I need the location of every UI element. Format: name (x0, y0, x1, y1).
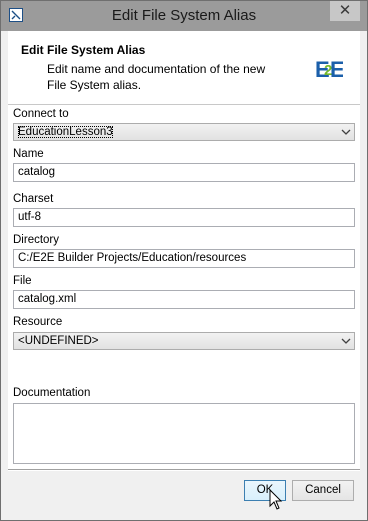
documentation-textarea[interactable] (13, 403, 355, 464)
name-label: Name (13, 148, 44, 160)
connect-to-label: Connect to (13, 108, 69, 120)
window-title: Edit File System Alias (111, 7, 257, 24)
dialog-client: Edit File System Alias Edit name and doc… (8, 31, 360, 515)
chevron-down-icon (341, 338, 351, 344)
close-button[interactable]: ✕ (330, 1, 360, 21)
footer-separator (8, 469, 360, 471)
title-bar[interactable]: Edit File System Alias ✕ (1, 1, 367, 31)
file-label: File (13, 275, 32, 287)
name-field[interactable]: catalog (13, 163, 355, 182)
form-panel: Connect to EducationLesson3 Name catalog… (8, 105, 360, 469)
connect-to-value: EducationLesson3 (18, 126, 113, 138)
dialog-window: Edit File System Alias ✕ Edit File Syste… (0, 0, 368, 521)
dialog-header: Edit File System Alias Edit name and doc… (8, 31, 360, 105)
resource-label: Resource (13, 316, 63, 328)
dialog-footer: OK Cancel (8, 469, 360, 515)
chevron-down-icon (341, 129, 351, 135)
documentation-label: Documentation (13, 387, 91, 399)
directory-field[interactable]: C:/E2E Builder Projects/Education/resour… (13, 249, 355, 268)
svg-text:E: E (330, 57, 343, 81)
resource-value: <UNDEFINED> (18, 335, 99, 347)
e2e-logo-icon: E 2 E (315, 57, 343, 81)
mouse-pointer-icon (269, 489, 283, 510)
file-field[interactable]: catalog.xml (13, 290, 355, 309)
charset-label: Charset (13, 193, 54, 205)
header-title: Edit File System Alias (21, 43, 146, 57)
connect-to-select[interactable]: EducationLesson3 (13, 123, 355, 141)
directory-label: Directory (13, 234, 60, 246)
cancel-button[interactable]: Cancel (292, 480, 354, 501)
resource-select[interactable]: <UNDEFINED> (13, 332, 355, 350)
charset-field[interactable]: utf-8 (13, 208, 355, 227)
header-description: Edit name and documentation of the new F… (47, 62, 266, 92)
